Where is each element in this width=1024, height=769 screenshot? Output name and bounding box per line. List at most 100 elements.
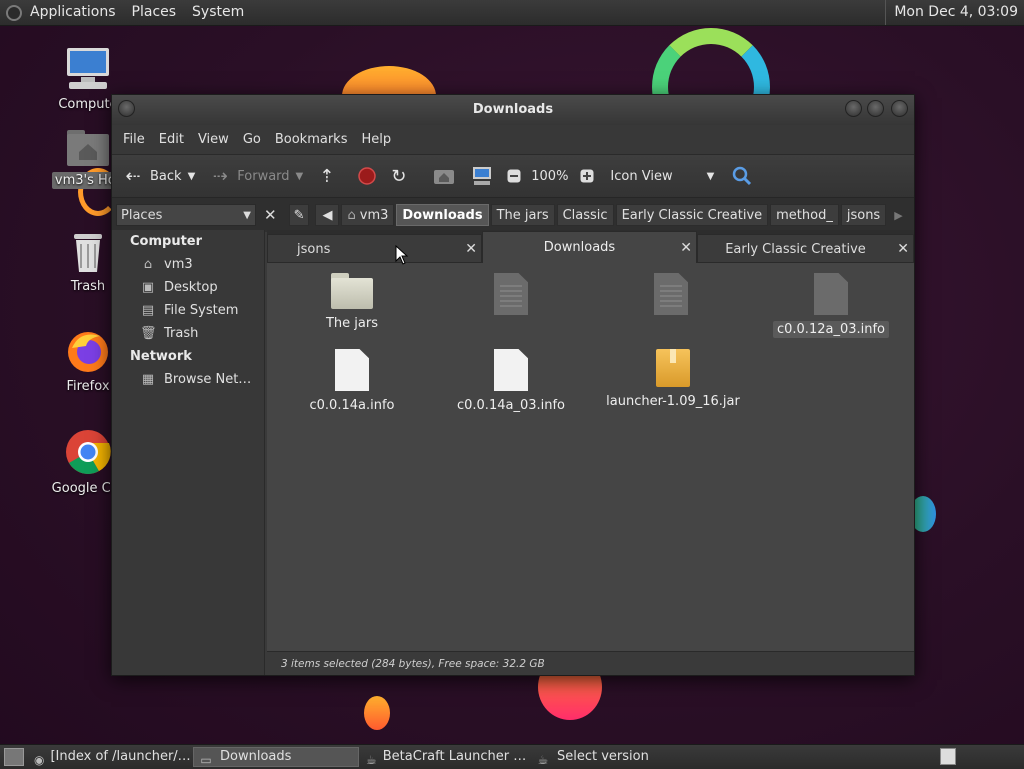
back-button[interactable]: ⇠ Back ▼ <box>120 166 203 187</box>
workspace-switcher[interactable] <box>940 748 956 765</box>
back-arrow-icon: ⇠ <box>125 165 141 187</box>
file-name: c0.0.14a.info <box>309 398 395 413</box>
distro-logo-icon[interactable] <box>6 4 22 21</box>
window-titlebar[interactable]: Downloads <box>112 95 914 125</box>
crumb-scroll-left-icon[interactable]: ◀ <box>315 204 340 226</box>
taskbar-item-downloads[interactable]: ▭ Downloads <box>193 747 359 767</box>
sidebar-item-label: vm3 <box>164 257 193 272</box>
file-icon <box>494 349 528 391</box>
tab-early-classic-creative[interactable]: Early Classic Creative ✕ <box>697 234 914 263</box>
computer-icon[interactable] <box>471 166 493 186</box>
home-icon[interactable] <box>433 167 455 185</box>
menu-applications[interactable]: Applications <box>22 0 124 25</box>
zoom-out-icon[interactable] <box>507 169 521 183</box>
sidebar-item-file-system[interactable]: ▤ File System <box>112 299 264 322</box>
places-selector[interactable]: Places ▼ <box>116 204 256 226</box>
menu-file[interactable]: File <box>116 132 152 147</box>
computer-icon <box>67 48 109 89</box>
top-panel: Applications Places System Mon Dec 4, 03… <box>0 0 1024 26</box>
file-item-jar[interactable]: launcher-1.09_16.jar <box>593 349 753 410</box>
file-item-selected[interactable] <box>591 273 751 321</box>
taskbar-label: [Index of /launcher/… <box>50 749 190 764</box>
breadcrumb-the-jars[interactable]: The jars <box>490 204 555 226</box>
text-file-icon <box>494 273 528 315</box>
menu-system[interactable]: System <box>184 0 252 25</box>
home-icon: ⌂ <box>143 257 153 272</box>
minimize-button[interactable] <box>845 100 862 117</box>
maximize-button[interactable] <box>867 100 884 117</box>
package-icon <box>656 349 690 387</box>
up-arrow-icon[interactable]: ⇡ <box>319 166 345 187</box>
sidebar-item-label: Desktop <box>164 280 218 295</box>
menu-bookmarks[interactable]: Bookmarks <box>268 132 355 147</box>
tab-jsons[interactable]: jsons ✕ <box>267 234 482 263</box>
java-icon: ☕ <box>366 753 377 767</box>
breadcrumb-early-classic-creative[interactable]: Early Classic Creative <box>615 204 769 226</box>
close-sidebar-icon[interactable]: ✕ <box>264 206 277 224</box>
file-item-selected[interactable] <box>431 273 591 321</box>
stop-icon[interactable] <box>357 166 377 186</box>
sidebar-item-label: Trash <box>164 326 199 341</box>
mouse-pointer-icon <box>395 245 409 265</box>
decor-small-orange <box>364 696 390 730</box>
sidebar-item-vm3[interactable]: ⌂ vm3 <box>112 253 264 276</box>
crumb-scroll-right-icon[interactable]: ▶ <box>894 209 902 222</box>
file-name: c0.0.14a_03.info <box>456 398 566 413</box>
reload-icon[interactable]: ↻ <box>391 166 417 187</box>
close-window-button[interactable] <box>891 100 908 117</box>
network-icon: ▦ <box>141 372 155 387</box>
file-item[interactable]: c0.0.14a.info <box>272 349 432 414</box>
search-icon[interactable] <box>732 166 752 186</box>
text-file-icon <box>654 273 688 315</box>
home-folder-icon <box>67 130 109 166</box>
tab-downloads[interactable]: Downloads ✕ <box>482 231 697 263</box>
file-manager-window: Downloads File Edit View Go Bookmarks He… <box>111 94 915 676</box>
file-name: launcher-1.09_16.jar <box>606 394 740 409</box>
sidebar-item-browse-network[interactable]: ▦ Browse Net… <box>112 368 264 391</box>
menu-go[interactable]: Go <box>236 132 268 147</box>
breadcrumb-vm3[interactable]: ⌂ vm3 <box>341 204 395 226</box>
file-view[interactable]: The jars c0.0.12a_03.info c0.0.14a.info … <box>267 263 914 651</box>
menu-help[interactable]: Help <box>354 132 398 147</box>
trash-icon: 🗑 <box>140 326 157 341</box>
sidebar-item-label: Browse Net… <box>164 372 252 387</box>
close-tab-icon[interactable]: ✕ <box>897 235 909 264</box>
file-item-folder[interactable]: The jars <box>272 273 432 332</box>
sidebar: Computer ⌂ vm3 ▣ Desktop ▤ File System 🗑… <box>112 230 265 675</box>
file-name: c0.0.12a_03.info <box>772 321 890 338</box>
sidebar-item-desktop[interactable]: ▣ Desktop <box>112 276 264 299</box>
clock[interactable]: Mon Dec 4, 03:09 <box>885 0 1024 25</box>
forward-button[interactable]: ⇢ Forward ▼ <box>207 166 311 187</box>
show-desktop-icon[interactable] <box>4 748 24 766</box>
chrome-icon: ◉ <box>34 753 45 767</box>
taskbar-item-chrome[interactable]: ◉ [Index of /launcher/… <box>30 747 190 767</box>
taskbar-item-betacraft[interactable]: ☕ BetaCraft Launcher … <box>362 747 528 767</box>
menu-view[interactable]: View <box>191 132 236 147</box>
close-tab-icon[interactable]: ✕ <box>680 232 692 264</box>
breadcrumb-downloads[interactable]: Downloads <box>396 204 489 226</box>
menu-places[interactable]: Places <box>124 0 185 25</box>
view-mode-select[interactable]: Icon View ▼ <box>610 169 722 184</box>
home-icon: ⌂ <box>347 208 356 223</box>
chrome-icon <box>66 430 111 474</box>
chevron-down-icon: ▼ <box>243 209 251 221</box>
zoom-level: 100% <box>531 168 569 184</box>
drive-icon: ▤ <box>141 303 155 318</box>
menu-edit[interactable]: Edit <box>152 132 191 147</box>
file-item-selected[interactable]: c0.0.12a_03.info <box>751 273 911 338</box>
close-tab-icon[interactable]: ✕ <box>465 235 477 264</box>
forward-history-dropdown[interactable]: ▼ <box>296 171 304 182</box>
taskbar-label: BetaCraft Launcher … <box>382 749 527 764</box>
taskbar-item-select-version[interactable]: ☕ Select version <box>531 747 697 767</box>
breadcrumb-jsons[interactable]: jsons <box>840 204 887 226</box>
breadcrumb-classic[interactable]: Classic <box>556 204 614 226</box>
file-item[interactable]: c0.0.14a_03.info <box>431 349 591 414</box>
edit-location-icon[interactable]: ✎ <box>288 204 310 226</box>
breadcrumb-method[interactable]: method_ <box>770 204 839 226</box>
desktop-icon: ▣ <box>141 280 155 295</box>
java-icon: ☕ <box>537 753 549 767</box>
sidebar-item-trash[interactable]: 🗑 Trash <box>112 322 264 345</box>
firefox-icon <box>68 332 108 372</box>
back-history-dropdown[interactable]: ▼ <box>188 171 196 182</box>
zoom-in-icon[interactable] <box>580 169 594 183</box>
